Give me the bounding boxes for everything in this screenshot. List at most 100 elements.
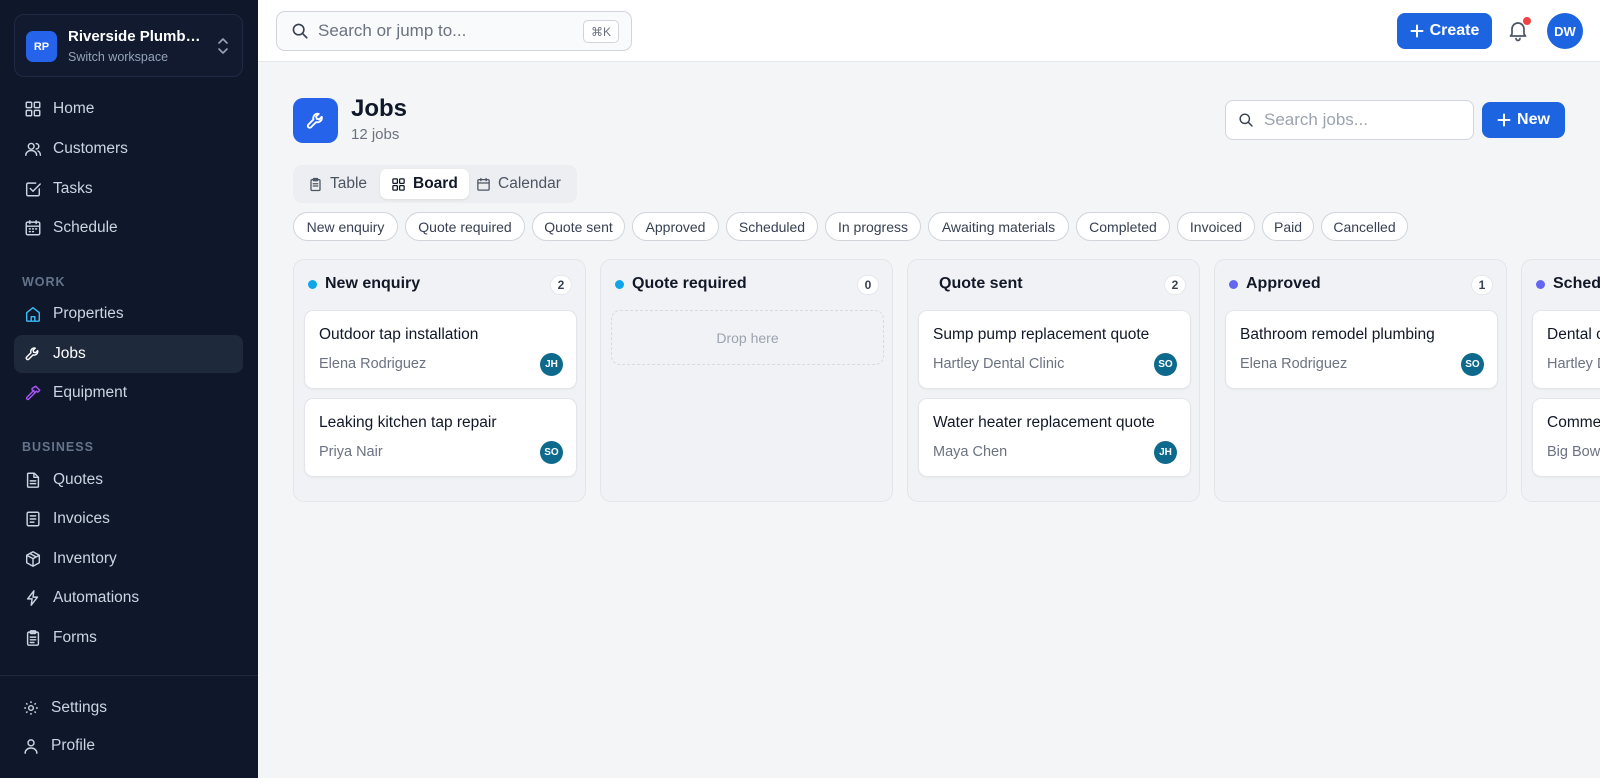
- calendar-icon: [477, 177, 490, 191]
- job-card-customer: Maya Chen: [933, 444, 1008, 460]
- filter-chip-in-progress[interactable]: In progress: [825, 212, 921, 241]
- sidebar-item-home[interactable]: Home: [14, 90, 243, 128]
- sidebar-item-invoices[interactable]: Invoices: [14, 500, 243, 538]
- file-text-icon: [26, 472, 40, 488]
- sidebar-item-properties[interactable]: Properties: [14, 295, 243, 333]
- column-status-dot: [308, 280, 317, 289]
- column-status-dot: [1536, 280, 1545, 289]
- tab-label: Board: [413, 175, 458, 192]
- job-card-customer: Elena Rodriguez: [1240, 356, 1348, 372]
- sidebar-item-label: Schedule: [53, 219, 118, 236]
- nav-section-work: WORK: [22, 275, 66, 289]
- sidebar-item-profile[interactable]: Profile: [14, 727, 243, 765]
- job-card-title: Outdoor tap installation: [319, 326, 479, 343]
- user-icon: [24, 739, 38, 754]
- view-switcher: Table Board Calendar: [293, 165, 577, 203]
- global-search-input[interactable]: Search or jump to... ⌘K: [276, 11, 632, 51]
- tab-board[interactable]: Board: [380, 169, 469, 199]
- column-count-badge: 2: [550, 275, 572, 295]
- filter-chip-paid[interactable]: Paid: [1262, 212, 1314, 241]
- zap-icon: [26, 590, 39, 606]
- filter-chip-invoiced[interactable]: Invoiced: [1177, 212, 1255, 241]
- sidebar-item-label: Quotes: [53, 471, 103, 488]
- hammer-icon: [25, 385, 41, 401]
- tab-label: Table: [330, 175, 368, 192]
- board-column-approved: Approved 1 Bathroom remodel plumbing Ele…: [1214, 259, 1507, 502]
- sidebar-item-label: Properties: [53, 305, 124, 322]
- create-button[interactable]: Create: [1397, 13, 1492, 49]
- user-avatar[interactable]: DW: [1547, 13, 1583, 49]
- sidebar-item-forms[interactable]: Forms: [14, 619, 243, 657]
- job-card-title: Sump pump replacement quote: [933, 326, 1150, 343]
- global-search-placeholder: Search or jump to...: [318, 21, 467, 40]
- filter-chip-new-enquiry[interactable]: New enquiry: [293, 212, 398, 241]
- package-icon: [25, 551, 41, 567]
- sidebar-item-inventory[interactable]: Inventory: [14, 540, 243, 578]
- nav-section-business: BUSINESS: [22, 440, 94, 454]
- sidebar-item-label: Automations: [53, 589, 140, 606]
- workspace-switch-label: Switch workspace: [68, 50, 169, 64]
- workspace-logo: RP: [26, 31, 57, 62]
- new-job-button[interactable]: New: [1482, 102, 1565, 138]
- sidebar-item-label: Tasks: [53, 180, 93, 197]
- job-card[interactable]: Sump pump replacement quote Hartley Dent…: [918, 310, 1191, 389]
- filter-chip-quote-required[interactable]: Quote required: [405, 212, 525, 241]
- sidebar-item-customers[interactable]: Customers: [14, 130, 243, 168]
- job-card-customer: Hartley Dental Clinic: [1547, 356, 1600, 372]
- sidebar-item-label: Jobs: [53, 345, 86, 362]
- grid-icon: [25, 101, 41, 117]
- filter-chip-quote-sent[interactable]: Quote sent: [532, 212, 625, 241]
- filter-chip-approved[interactable]: Approved: [632, 212, 719, 241]
- job-card[interactable]: Dental clinic backflow test Hartley Dent…: [1532, 310, 1600, 389]
- workspace-switcher[interactable]: RP Riverside Plumbing Co. Switch workspa…: [14, 14, 243, 77]
- job-card-customer: Elena Rodriguez: [319, 356, 427, 372]
- tab-label: Calendar: [498, 175, 561, 192]
- sidebar-item-label: Settings: [51, 699, 108, 716]
- board-icon: [392, 177, 405, 191]
- sidebar-item-automations[interactable]: Automations: [14, 579, 243, 617]
- tab-calendar[interactable]: Calendar: [465, 169, 572, 199]
- wrench-icon: [25, 347, 39, 361]
- clipboard-icon: [26, 630, 40, 646]
- column-title: Scheduled: [1553, 275, 1600, 292]
- filter-chip-completed[interactable]: Completed: [1076, 212, 1170, 241]
- job-card[interactable]: Water heater replacement quote Maya Chen…: [918, 398, 1191, 477]
- notification-dot: [1523, 17, 1531, 25]
- users-icon: [25, 142, 42, 157]
- board-column-scheduled: Scheduled 2 Dental clinic backflow test …: [1521, 259, 1600, 502]
- column-count-badge: 1: [1471, 275, 1493, 295]
- job-card[interactable]: Leaking kitchen tap repair Priya Nair SO: [304, 398, 577, 477]
- jobs-search-input[interactable]: [1264, 110, 1464, 130]
- sidebar-item-tasks[interactable]: Tasks: [14, 170, 243, 208]
- gear-icon: [24, 701, 38, 715]
- sidebar-item-jobs[interactable]: Jobs: [14, 335, 243, 373]
- drop-zone[interactable]: Drop here: [611, 310, 884, 365]
- workspace-name: Riverside Plumbing Co.: [68, 28, 203, 45]
- job-card-title: Water heater replacement quote: [933, 414, 1155, 431]
- filter-chip-awaiting-materials[interactable]: Awaiting materials: [928, 212, 1069, 241]
- assignee-avatar: SO: [1461, 353, 1484, 376]
- job-card[interactable]: Bathroom remodel plumbing Elena Rodrigue…: [1225, 310, 1498, 389]
- job-card[interactable]: Commercial kitchen drain Big Bowl Kitche…: [1532, 398, 1600, 477]
- jobs-page-icon: [293, 98, 338, 143]
- new-job-button-label: New: [1517, 111, 1550, 128]
- job-card[interactable]: Outdoor tap installation Elena Rodriguez…: [304, 310, 577, 389]
- jobs-search-field[interactable]: [1225, 100, 1474, 140]
- tab-table[interactable]: Table: [297, 169, 378, 199]
- home-icon: [25, 306, 41, 322]
- sidebar-item-quotes[interactable]: Quotes: [14, 461, 243, 499]
- filter-chip-scheduled[interactable]: Scheduled: [726, 212, 818, 241]
- sidebar-item-equipment[interactable]: Equipment: [14, 374, 243, 412]
- board-column-quote-required: Quote required 0 Drop here: [600, 259, 893, 502]
- search-icon: [1239, 113, 1253, 127]
- page-title: Jobs: [351, 95, 408, 122]
- filter-chip-cancelled[interactable]: Cancelled: [1321, 212, 1408, 241]
- sidebar-item-settings[interactable]: Settings: [14, 689, 243, 727]
- calendar-icon: [25, 220, 41, 236]
- column-title: Approved: [1246, 275, 1321, 292]
- board-column-new-enquiry: New enquiry 2 Outdoor tap installation E…: [293, 259, 586, 502]
- column-status-dot: [1229, 280, 1238, 289]
- column-title: Quote required: [632, 275, 747, 292]
- column-status-dot: [922, 280, 931, 289]
- sidebar-item-schedule[interactable]: Schedule: [14, 209, 243, 247]
